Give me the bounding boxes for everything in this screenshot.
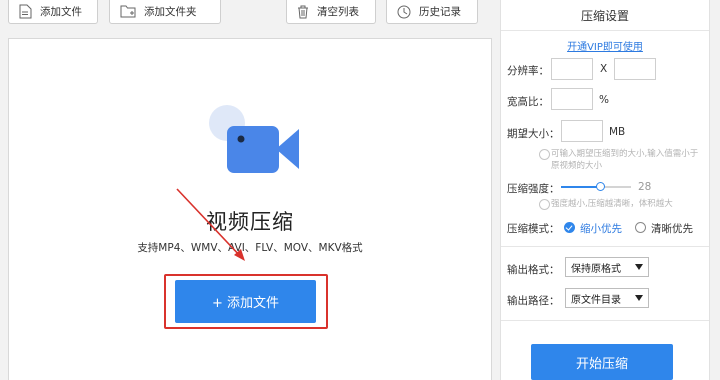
target-size-hint: 可输入期望压缩到的大小,输入值需小于原视频的大小 xyxy=(539,148,705,172)
add-file-main-button[interactable]: + 添加文件 xyxy=(175,280,316,323)
aspect-ratio-input[interactable] xyxy=(551,88,593,110)
add-file-label: 添加文件 xyxy=(40,6,82,18)
resolution-height-input[interactable] xyxy=(614,58,656,80)
target-size-label: 期望大小： xyxy=(507,128,560,140)
video-camera-icon xyxy=(197,105,307,195)
aspect-ratio-label: 宽高比： xyxy=(507,96,549,108)
window-edge xyxy=(711,0,720,380)
divider xyxy=(501,320,709,321)
clock-icon xyxy=(397,5,411,18)
resolution-width-input[interactable] xyxy=(551,58,593,80)
vip-link[interactable]: 开通VIP即可使用 xyxy=(501,38,709,53)
target-size-input[interactable] xyxy=(561,120,603,142)
output-format-value: 保持原格式 xyxy=(571,263,621,275)
add-file-button[interactable]: 添加文件 xyxy=(8,0,98,24)
supported-formats-text: 支持MP4、WMV、AVI、FLV、MOV、MKV格式 xyxy=(137,242,363,254)
clear-list-label: 清空列表 xyxy=(317,6,359,18)
add-folder-label: 添加文件夹 xyxy=(144,6,197,18)
compression-settings-panel: 压缩设置 开通VIP即可使用 分辨率： X 宽高比： % 期望大小： MB 可输… xyxy=(500,0,710,380)
strength-slider[interactable] xyxy=(561,182,631,191)
divider xyxy=(501,30,709,31)
output-path-label: 输出路径： xyxy=(507,295,560,307)
trash-icon xyxy=(298,5,308,18)
file-drop-area[interactable]: 视频压缩 支持MP4、WMV、AVI、FLV、MOV、MKV格式 + 添加文件 xyxy=(8,38,492,380)
resolution-label: 分辨率： xyxy=(507,65,549,77)
settings-title: 压缩设置 xyxy=(580,9,629,23)
divider xyxy=(501,246,709,247)
mode-option-size-first[interactable]: 缩小优先 xyxy=(580,221,622,236)
output-format-select[interactable]: 保持原格式 xyxy=(565,257,649,277)
output-format-label: 输出格式： xyxy=(507,264,560,276)
start-compress-button[interactable]: 开始压缩 xyxy=(531,344,673,380)
strength-hint: 强度越小,压缩越清晰，体积越大 xyxy=(539,198,705,210)
folder-icon xyxy=(120,5,136,18)
chevron-down-icon xyxy=(635,264,643,270)
clear-list-button[interactable]: 清空列表 xyxy=(286,0,376,24)
mode-radio-clarity-first[interactable] xyxy=(635,222,646,233)
drop-area-title: 视频压缩 xyxy=(206,210,294,234)
chevron-down-icon xyxy=(635,295,643,301)
strength-label: 压缩强度： xyxy=(507,183,560,195)
strength-value: 28 xyxy=(638,181,652,193)
mode-option-clarity-first[interactable]: 清晰优先 xyxy=(651,221,693,236)
strength-slider-handle[interactable] xyxy=(595,182,605,191)
output-path-value: 原文件目录 xyxy=(571,294,621,306)
strength-slider-fill xyxy=(561,186,600,188)
file-icon xyxy=(19,4,32,19)
history-button[interactable]: 历史记录 xyxy=(386,0,478,24)
resolution-separator: X xyxy=(600,63,608,75)
aspect-ratio-unit: % xyxy=(599,94,609,106)
target-size-unit: MB xyxy=(609,126,626,138)
mode-label: 压缩模式： xyxy=(507,223,560,235)
output-path-select[interactable]: 原文件目录 xyxy=(565,288,649,308)
history-label: 历史记录 xyxy=(419,6,461,18)
add-folder-button[interactable]: 添加文件夹 xyxy=(109,0,221,24)
mode-radio-size-first[interactable] xyxy=(564,222,575,233)
